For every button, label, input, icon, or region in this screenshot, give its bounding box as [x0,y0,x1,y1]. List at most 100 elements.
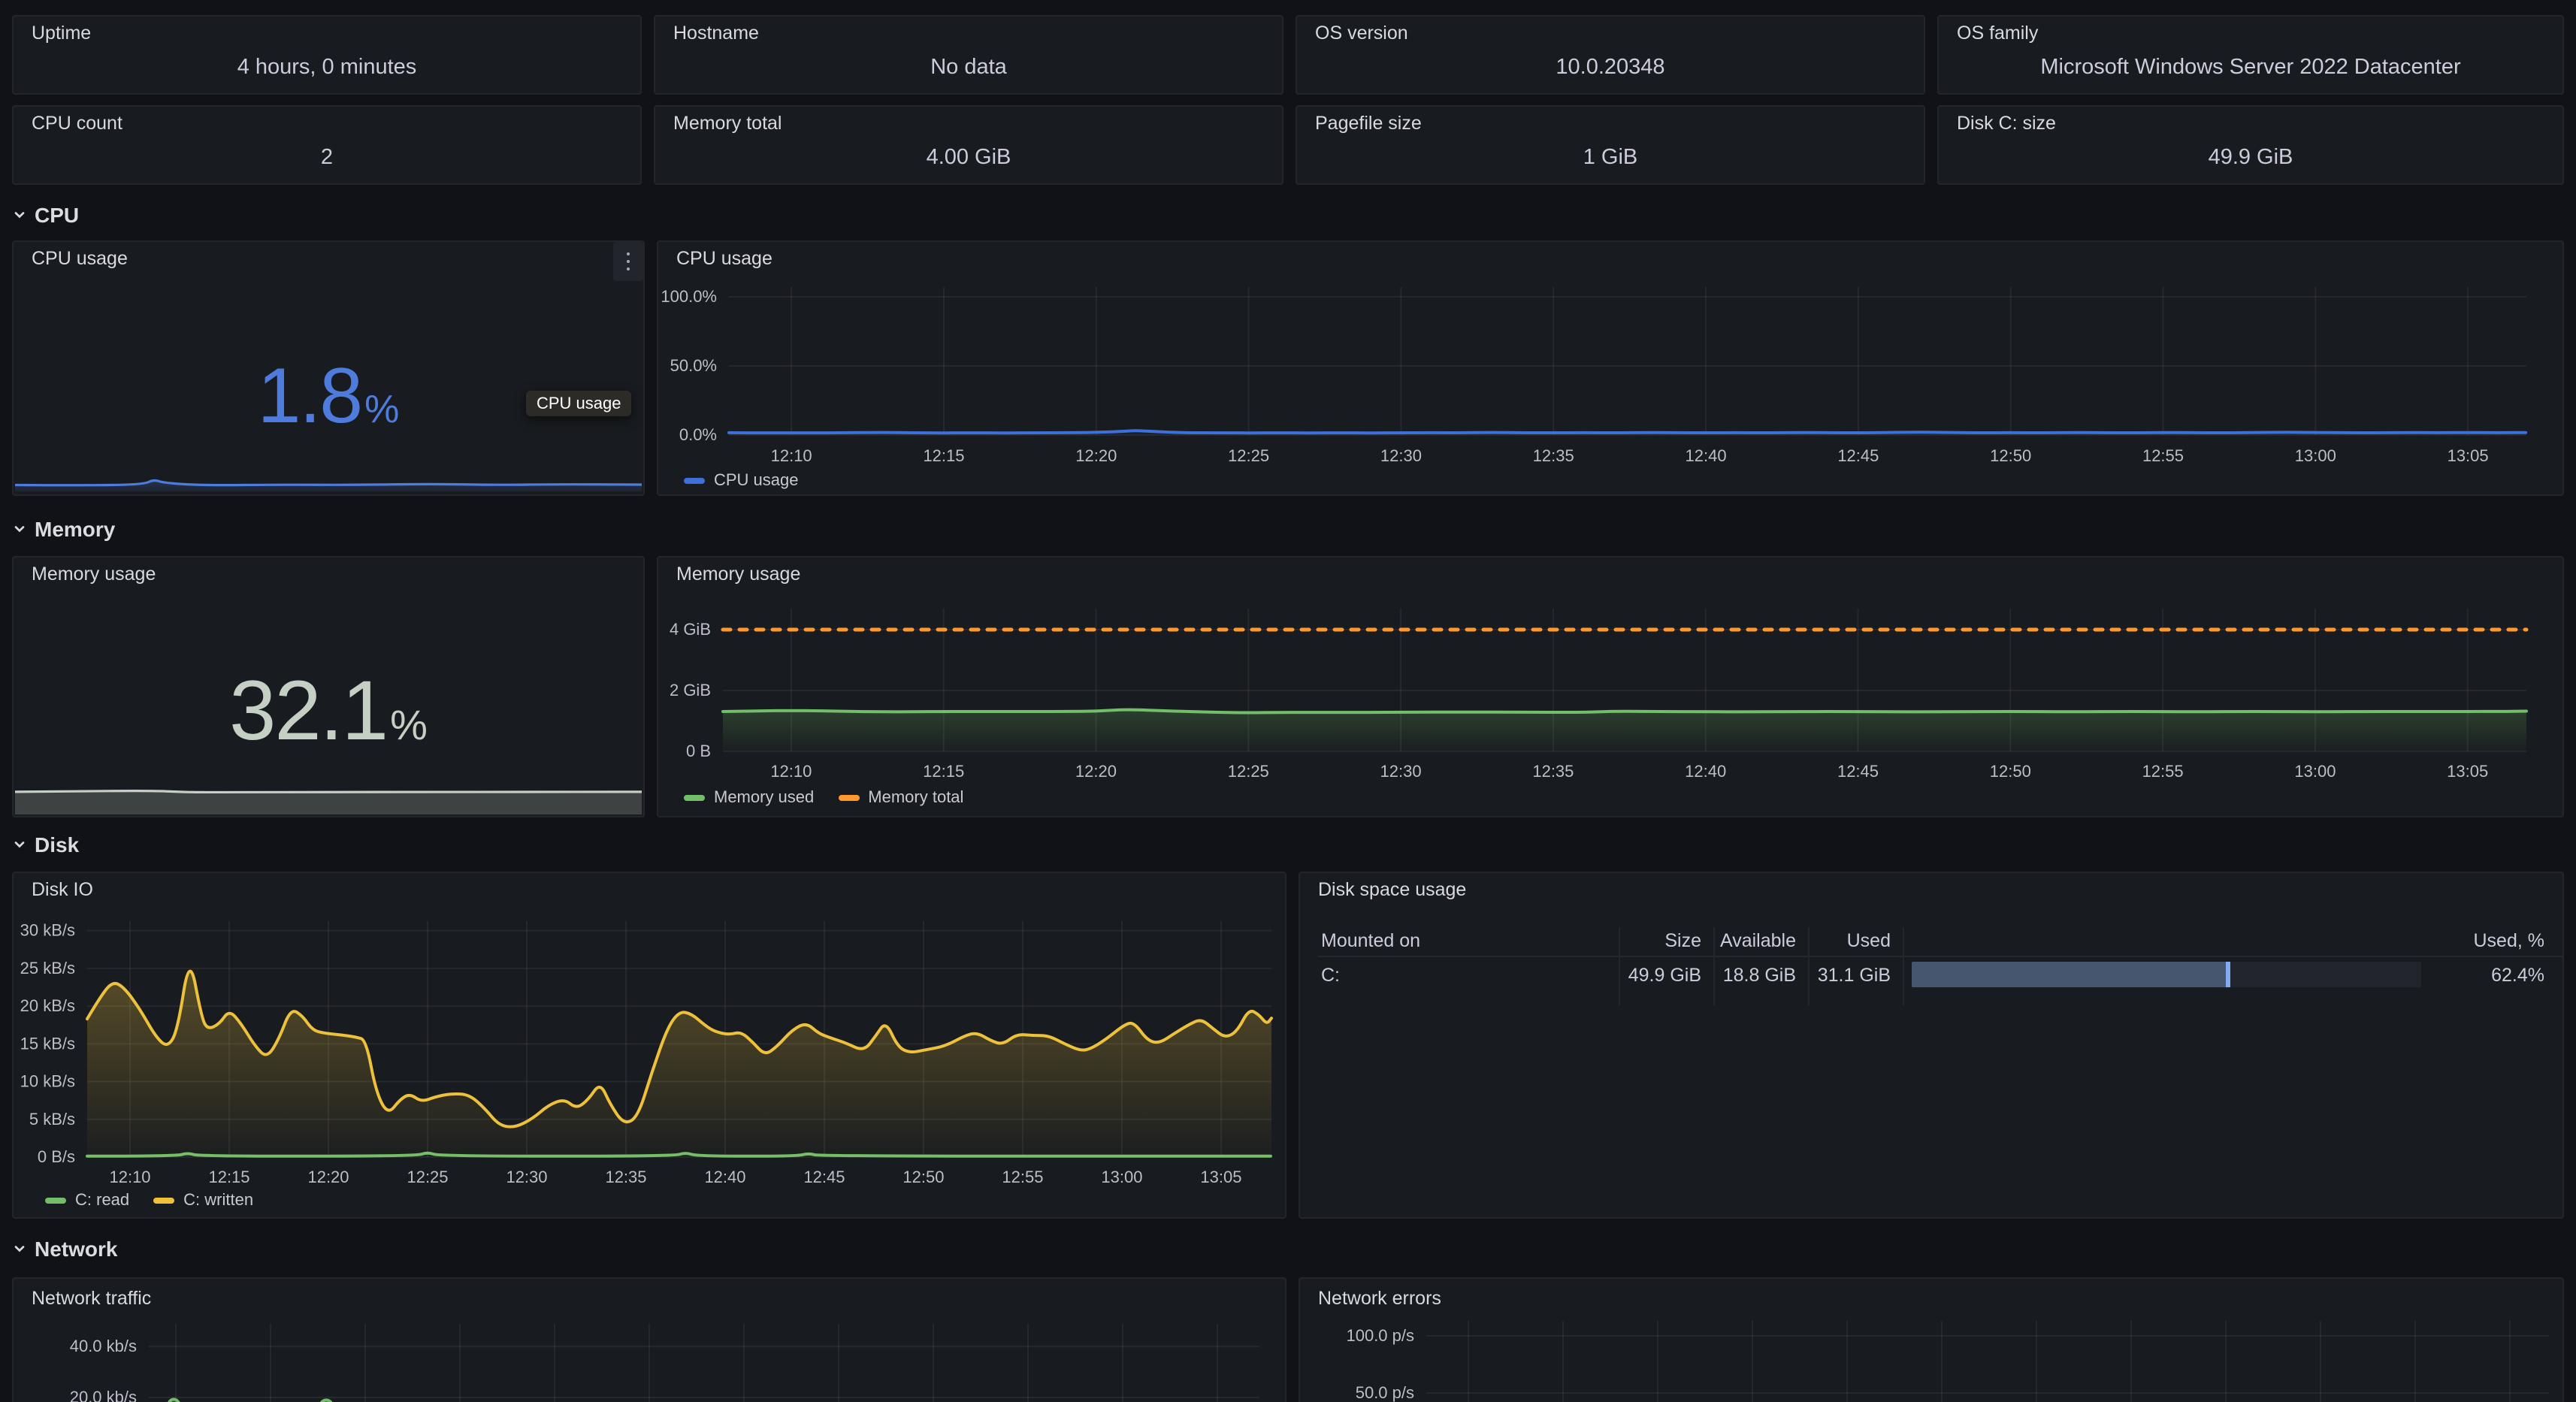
stat-panel-cpu-count: CPU count 2 [12,105,642,185]
legend-label: C: written [183,1192,253,1210]
svg-text:12:40: 12:40 [1685,762,1726,781]
svg-text:20 kB/s: 20 kB/s [20,996,75,1015]
column-header-size[interactable]: Size [1619,930,1701,951]
chevron-down-icon [12,207,27,222]
stat-value: 49.9 GiB [1939,146,2562,170]
panel-title: Disk space usage [1318,879,1466,900]
svg-text:12:35: 12:35 [1533,446,1574,465]
stat-panel-disk-c-size: Disk C: size 49.9 GiB [1937,105,2564,185]
legend-label: CPU usage [714,472,799,490]
panel-title: Disk C: size [1957,113,2056,134]
svg-text:12:15: 12:15 [923,762,964,781]
svg-text:12:30: 12:30 [1380,446,1422,465]
stat-value: 4.00 GiB [655,146,1282,170]
svg-text:13:05: 13:05 [2447,762,2488,781]
svg-text:12:50: 12:50 [1990,446,2031,465]
cpu-usage-stat-panel: CPU usage 1.8% CPU usage [12,240,645,496]
svg-text:12:15: 12:15 [923,446,964,465]
memory-usage-chart-panel: Memory usage 12:1012:1512:2012:2512:3012… [657,556,2564,817]
svg-text:12:40: 12:40 [1686,446,1727,465]
svg-text:12:15: 12:15 [208,1168,249,1186]
svg-text:12:50: 12:50 [903,1168,944,1186]
cell-mounted-on: C: [1321,965,1340,986]
stat-value: No data [655,56,1282,80]
svg-text:12:30: 12:30 [506,1168,547,1186]
svg-text:12:25: 12:25 [1228,762,1269,781]
svg-text:12:55: 12:55 [1002,1168,1043,1186]
network-errors-chart: 100.0 p/s 50.0 p/s [1300,1279,2562,1402]
stat-panel-os-version: OS version 10.0.20348 [1296,15,1925,95]
stat-panel-memory-total: Memory total 4.00 GiB [654,105,1283,185]
legend-item-c-written[interactable]: C: written [153,1192,253,1210]
stat-value: 10.0.20348 [1297,56,1924,80]
svg-text:12:45: 12:45 [1837,762,1879,781]
svg-text:0 B: 0 B [686,742,711,760]
section-label: Memory [35,517,115,541]
section-label: CPU [35,203,79,227]
panel-menu-button[interactable] [613,242,643,281]
svg-text:12:55: 12:55 [2142,446,2184,465]
svg-text:2 GiB: 2 GiB [670,681,711,699]
panel-title: Pagefile size [1315,113,1422,134]
legend-label: C: read [75,1192,129,1210]
legend-item-cpu-usage[interactable]: CPU usage [684,472,799,490]
svg-text:50.0%: 50.0% [670,356,717,375]
column-header-used[interactable]: Used [1808,930,1891,951]
cell-available: 18.8 GiB [1713,965,1796,986]
memory-usage-stat-panel: Memory usage 32.1% [12,556,645,817]
cell-used-pct: 62.4% [2394,965,2544,986]
section-header-disk[interactable]: Disk [12,832,79,857]
cpu-usage-sparkline [15,475,642,493]
svg-text:100.0%: 100.0% [661,287,717,306]
svg-text:13:00: 13:00 [2294,762,2336,781]
memory-usage-sparkline [15,745,642,814]
svg-text:12:40: 12:40 [704,1168,745,1186]
table-header-divider [1318,956,2562,957]
svg-text:13:00: 13:00 [1101,1168,1142,1186]
column-header-used-pct[interactable]: Used, % [2394,930,2544,951]
disk-io-chart-panel: Disk IO 12:1012:1512:2012:2512:3012:3512… [12,872,1286,1219]
svg-text:10 kB/s: 10 kB/s [20,1072,75,1091]
chevron-down-icon [12,1241,27,1256]
svg-text:12:20: 12:20 [307,1168,349,1186]
svg-text:15 kB/s: 15 kB/s [20,1034,75,1053]
network-traffic-chart: 40.0 kb/s 20.0 kb/s [14,1279,1285,1402]
panel-title: Memory usage [32,564,156,585]
svg-text:50.0 p/s: 50.0 p/s [1356,1383,1414,1402]
cpu-usage-chart: 12:1012:1512:2012:2512:3012:3512:4012:45… [658,242,2562,494]
panel-title: CPU usage [32,248,128,269]
section-header-cpu[interactable]: CPU [12,203,79,227]
section-header-network[interactable]: Network [12,1237,117,1261]
svg-text:12:45: 12:45 [803,1168,845,1186]
svg-text:40.0 kb/s: 40.0 kb/s [70,1337,137,1355]
svg-text:12:45: 12:45 [1837,446,1879,465]
svg-text:20.0 kb/s: 20.0 kb/s [70,1388,137,1402]
svg-text:12:10: 12:10 [109,1168,150,1186]
svg-text:30 kB/s: 30 kB/s [20,921,75,940]
legend-label: Memory total [868,789,963,807]
grafana-dashboard: Uptime 4 hours, 0 minutes Hostname No da… [0,0,2576,1402]
svg-text:13:00: 13:00 [2295,446,2336,465]
svg-text:12:55: 12:55 [2142,762,2184,781]
legend-item-memory-used[interactable]: Memory used [684,789,814,807]
svg-text:5 kB/s: 5 kB/s [29,1110,75,1129]
section-header-memory[interactable]: Memory [12,517,115,541]
svg-text:0 B/s: 0 B/s [38,1147,75,1166]
network-errors-chart-panel: Network errors 100.0 p/s50.0 p/s [1299,1277,2564,1402]
svg-text:12:35: 12:35 [1532,762,1574,781]
svg-text:100.0 p/s: 100.0 p/s [1346,1326,1414,1345]
legend-swatch [684,795,705,802]
memory-usage-chart: 12:1012:1512:2012:2512:3012:3512:4012:45… [658,557,2562,816]
stat-value: 1 GiB [1297,146,1924,170]
used-percent-bar-gauge [1912,962,2421,987]
svg-text:12:30: 12:30 [1380,762,1422,781]
svg-text:0.0%: 0.0% [679,425,717,444]
svg-text:12:50: 12:50 [1990,762,2031,781]
column-header-available[interactable]: Available [1713,930,1796,951]
column-header-mounted-on[interactable]: Mounted on [1321,930,1420,951]
legend-item-memory-total[interactable]: Memory total [838,789,963,807]
panel-title: OS family [1957,23,2038,44]
stat-panel-hostname: Hostname No data [654,15,1283,95]
legend-swatch [684,478,705,485]
legend-item-c-read[interactable]: C: read [45,1192,129,1210]
